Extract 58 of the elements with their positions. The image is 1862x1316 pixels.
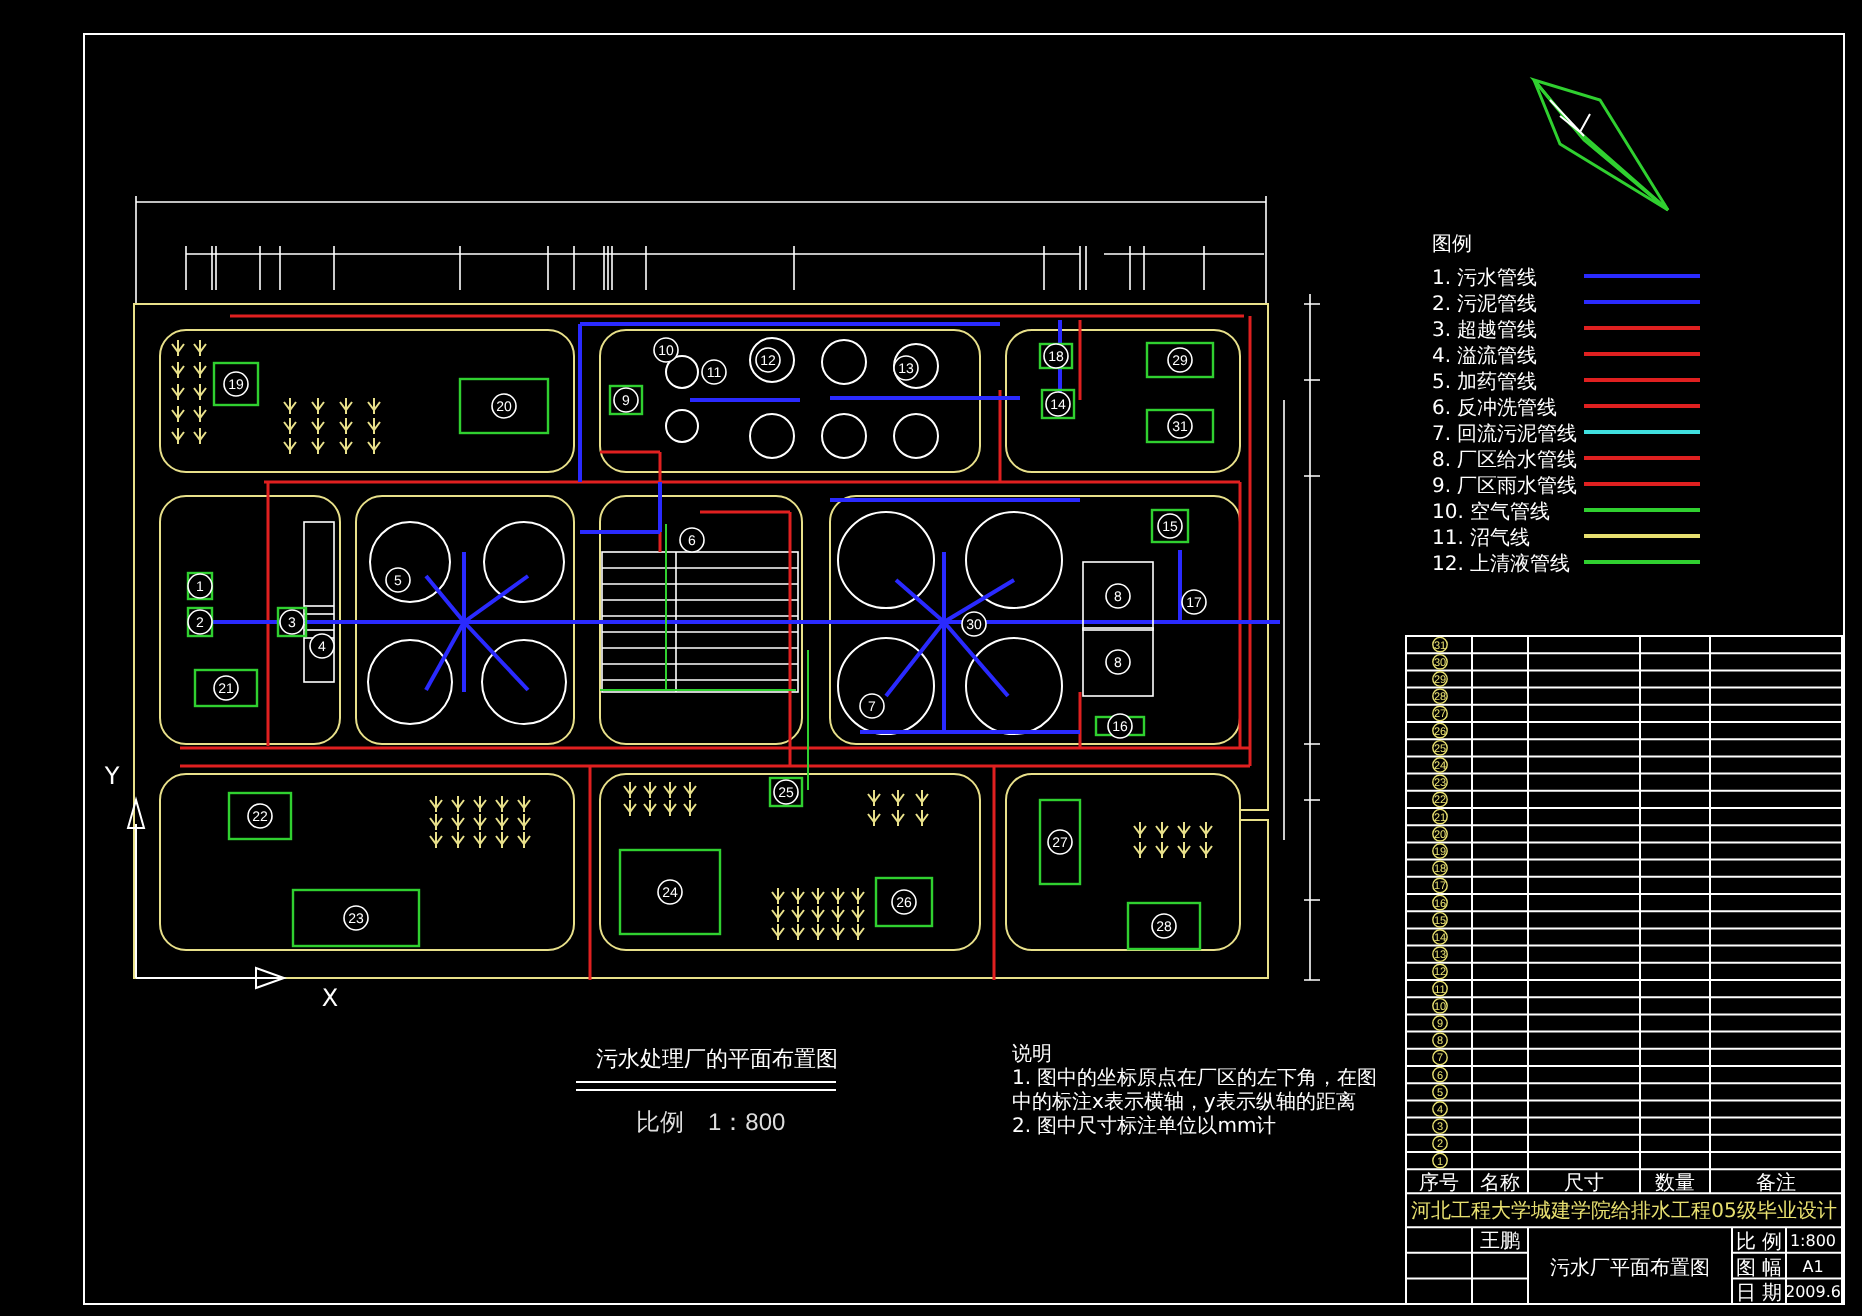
table-header: 备注 [1756,1173,1796,1196]
legend-label: 11. 沼气线 [1432,528,1531,550]
legend-label: 12. 上清液管线 [1432,554,1571,576]
tree-symbols [623,781,697,817]
field-value: 2009.6 [1785,1283,1841,1302]
note-text: 2. 图中尺寸标注单位以mm计 [1012,1116,1279,1140]
legend-label: 1. 污水管线 [1432,268,1538,290]
legend-label: 10. 空气管线 [1432,502,1551,524]
legend-label: 2. 污泥管线 [1432,294,1538,316]
tank-outline [965,637,1063,735]
tank-outline [821,413,867,459]
tank-outline [893,343,939,389]
legend-label: 9. 厂区雨水管线 [1432,476,1578,498]
field-value: 1:800 [1789,1232,1837,1250]
legend-label: 7. 回流污泥管线 [1432,424,1578,446]
notes-title: 说明 [1012,1044,1054,1068]
tree-symbols [1133,821,1213,859]
drawing-title: 污水厂平面布置图 [1550,1257,1710,1280]
tank-outline [749,337,795,383]
axis-label: X [321,984,339,1012]
tank-outline [481,639,567,725]
table-header: 数量 [1655,1173,1695,1196]
tank-outline [965,511,1063,609]
axis-label: Y [104,762,120,790]
title-block-school: 河北工程大学城建学院给排水工程05级毕业设计 [1411,1201,1837,1224]
tree-symbols [867,789,929,827]
table-header: 序号 [1419,1173,1459,1196]
tank-outline [367,639,453,725]
tree-symbols [171,339,207,445]
tank-outline [369,521,451,603]
tree-symbols [771,887,865,941]
table-header: 尺寸 [1564,1173,1604,1196]
field-label: 图 幅 [1735,1257,1783,1280]
note-text: 1. 图中的坐标原点在厂区的左下角，在图中的标注x表示横轴，y表示纵轴的距离 [1012,1068,1380,1115]
legend-title: 图例 [1432,234,1472,256]
table-header: 名称 [1480,1173,1520,1196]
tank-outline [837,637,935,735]
tank-outline [665,355,699,389]
field-value: A1 [1802,1257,1824,1276]
tank-outline [821,339,867,385]
tank-outline [483,521,565,603]
tank-outline [665,409,699,443]
tree-symbols [429,795,531,849]
tank-outline [893,413,939,459]
north-arrow-icon [1529,77,1670,212]
field-label: 日 期 [1735,1283,1783,1306]
tree-symbols [283,397,381,455]
tank-outline [837,511,935,609]
legend-label: 5. 加药管线 [1432,372,1538,394]
designer-name: 王鹏 [1480,1231,1520,1254]
plan-title: 污水处理厂的平面布置图 [596,1044,838,1074]
field-label: 比 例 [1735,1232,1783,1254]
legend-label: 8. 厂区给水管线 [1432,450,1578,472]
legend-label: 6. 反冲洗管线 [1432,398,1558,420]
tank-outline [749,413,795,459]
legend-label: 4. 溢流管线 [1432,346,1538,368]
scale-text: 比例 1：800 [636,1106,786,1140]
legend-label: 3. 超越管线 [1432,320,1538,342]
